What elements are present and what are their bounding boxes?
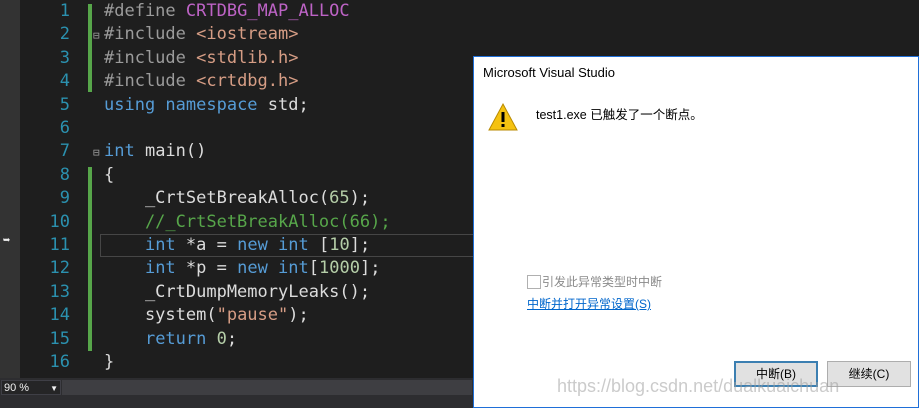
- line-number: 11: [49, 235, 70, 255]
- code-token: <iostream>: [196, 24, 299, 45]
- code-token: *a =: [175, 235, 238, 255]
- warning-icon: [488, 102, 518, 131]
- code-token: <stdlib.h>: [196, 47, 299, 68]
- code-token: ];: [359, 258, 381, 279]
- dialog-message: test1.exe 已触发了一个断点。: [536, 108, 703, 122]
- code-token: return: [144, 328, 217, 349]
- continue-button[interactable]: 继续(C): [827, 361, 911, 387]
- code-token: system(: [104, 305, 217, 326]
- code-line: }: [104, 351, 114, 374]
- change-marker: [88, 167, 92, 351]
- code-token: new: [237, 258, 279, 279]
- code-token: int: [278, 258, 309, 279]
- line-number: 3: [59, 47, 70, 68]
- code-token: <crtdbg.h>: [196, 71, 299, 92]
- code-token: 1000: [319, 258, 360, 279]
- code-line: using namespace std;: [104, 94, 309, 117]
- horizontal-scrollbar[interactable]: [62, 380, 472, 395]
- code-line: system("pause");: [104, 304, 309, 327]
- line-number: 16: [49, 352, 70, 372]
- current-statement-arrow-icon: ➥: [3, 233, 11, 247]
- code-token: CRTDBG_MAP_ALLOC: [185, 1, 350, 21]
- line-number: 12: [49, 258, 70, 279]
- code-token: int: [104, 141, 145, 162]
- code-token: ];: [349, 235, 371, 255]
- code-token: _CrtDumpMemoryLeaks();: [104, 281, 371, 302]
- code-token: int: [144, 258, 176, 279]
- code-line: _CrtDumpMemoryLeaks();: [104, 281, 370, 304]
- fold-toggle-icon[interactable]: ⊟: [93, 24, 100, 47]
- line-number: 15: [49, 328, 70, 349]
- code-token: int: [144, 235, 176, 255]
- code-token: [: [308, 235, 330, 255]
- break-on-exception-checkbox[interactable]: [527, 275, 541, 289]
- code-token: using: [104, 94, 166, 115]
- code-token: 0: [216, 328, 227, 349]
- zoom-value: 90 %: [4, 382, 30, 394]
- chevron-down-icon: ▼: [50, 384, 58, 393]
- code-token: main(): [144, 141, 207, 162]
- code-token: new: [237, 235, 279, 255]
- code-token: int: [278, 235, 309, 255]
- indicator-margin: [0, 0, 20, 378]
- change-marker: [88, 4, 92, 92]
- code-token: "pause": [216, 305, 289, 326]
- code-token: }: [104, 352, 115, 372]
- line-number: 6: [59, 118, 70, 138]
- code-token: 10: [329, 235, 350, 255]
- line-number: 4: [59, 71, 70, 92]
- code-token: _CrtSetBreakAlloc(: [104, 188, 330, 209]
- code-token: namespace: [165, 94, 268, 115]
- code-token: #include: [104, 47, 197, 68]
- code-token: 65: [329, 188, 350, 209]
- code-token: *p =: [175, 258, 238, 279]
- checkbox-label: 引发此异常类型时中断: [542, 275, 663, 289]
- code-line: //_CrtSetBreakAlloc(66);: [104, 211, 391, 234]
- line-number: 5: [59, 94, 70, 115]
- code-token: #define: [104, 1, 186, 21]
- code-line: int *a = new int [10];: [104, 234, 370, 257]
- code-token: );: [288, 305, 309, 326]
- code-line: #define CRTDBG_MAP_ALLOC: [104, 0, 350, 23]
- open-exception-settings-link[interactable]: 中断并打开异常设置(S): [527, 295, 651, 312]
- watermark: https://blog.csdn.net/dualkuaichuan: [557, 376, 840, 396]
- line-number: 7: [59, 141, 70, 162]
- line-number: 9: [59, 188, 70, 209]
- code-line: #include <iostream>: [104, 23, 298, 46]
- code-token: );: [349, 188, 371, 209]
- line-number: 2: [59, 24, 70, 45]
- code-line: {: [104, 164, 114, 187]
- code-line: int main(): [104, 140, 206, 163]
- code-token: //_CrtSetBreakAlloc(66);: [104, 211, 391, 232]
- code-token: ;: [226, 328, 238, 349]
- code-token: #include: [104, 71, 197, 92]
- dialog-title: Microsoft Visual Studio: [483, 65, 615, 80]
- code-line: #include <stdlib.h>: [104, 47, 298, 70]
- code-line: int *p = new int[1000];: [104, 257, 381, 280]
- zoom-dropdown[interactable]: 90 % ▼: [1, 380, 61, 395]
- breakpoint-dialog: Microsoft Visual Studio test1.exe 已触发了一个…: [473, 56, 919, 408]
- line-number: 13: [49, 281, 70, 302]
- line-number: 1: [59, 1, 70, 21]
- code-token: [: [308, 258, 320, 279]
- line-number: 8: [59, 164, 70, 185]
- code-line: return 0;: [104, 328, 237, 351]
- code-line: #include <crtdbg.h>: [104, 70, 298, 93]
- line-number: 10: [49, 211, 70, 232]
- code-token: {: [104, 164, 115, 185]
- code-token: #include: [104, 24, 197, 45]
- code-line: _CrtSetBreakAlloc(65);: [104, 187, 370, 210]
- fold-toggle-icon[interactable]: ⊟: [93, 141, 100, 164]
- code-token: std;: [267, 94, 309, 115]
- line-number: 14: [49, 305, 70, 326]
